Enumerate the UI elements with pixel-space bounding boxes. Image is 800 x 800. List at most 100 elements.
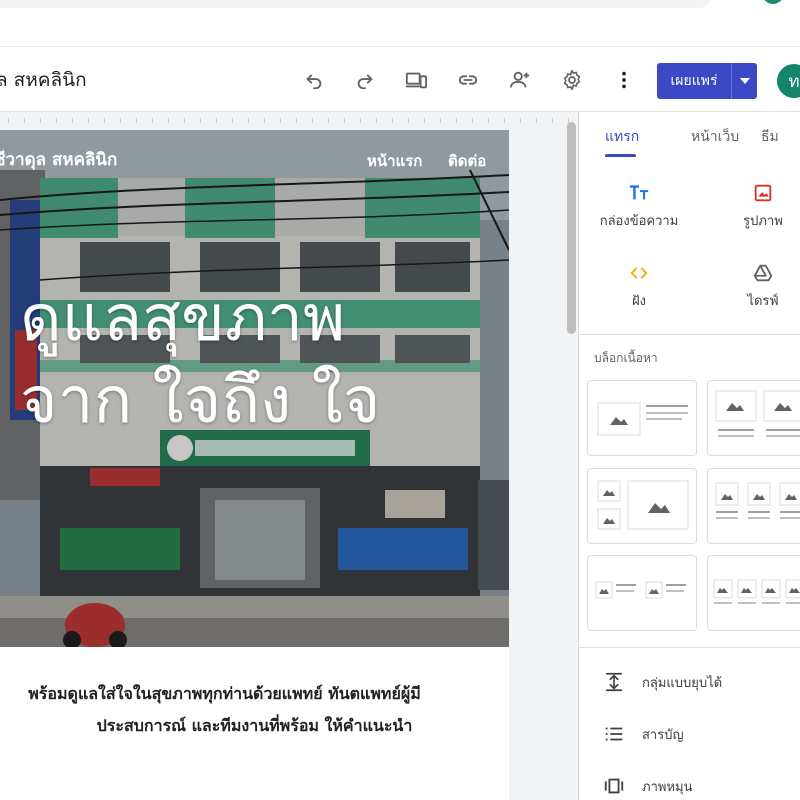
link-button[interactable] <box>451 63 485 97</box>
ruler-tick <box>232 118 233 123</box>
ruler-tick <box>8 118 9 123</box>
ruler-tick <box>552 118 553 123</box>
insert-text-box-label: กล่องข้อความ <box>599 214 679 229</box>
gear-icon <box>563 70 581 90</box>
nav-contact-link[interactable]: ติดต่อ <box>448 149 486 173</box>
panel-divider <box>579 647 800 648</box>
insert-collapsible-group[interactable]: กลุ่มแบบยุบได้ <box>603 670 722 694</box>
ruler-tick <box>184 118 185 123</box>
ruler-tick <box>360 118 361 123</box>
ruler-tick <box>376 118 377 123</box>
ruler-tick <box>104 118 105 123</box>
preview-button[interactable] <box>399 63 433 97</box>
content-block-gallery[interactable] <box>587 468 697 544</box>
ruler-tick <box>456 118 457 123</box>
redo-icon <box>357 74 373 90</box>
content-block-small-images[interactable] <box>587 555 697 631</box>
publish-group: เผยแพร่ <box>657 63 757 99</box>
insert-drive-label: ไดรฟ์ <box>747 294 779 309</box>
ruler-tick <box>424 118 425 123</box>
settings-button[interactable] <box>555 63 589 97</box>
ruler-tick <box>488 118 489 123</box>
active-tab-indicator <box>605 154 636 157</box>
side-panel: แทรก หน้าเว็บ ธีม กล่องข้อความ รูปภาพ ฝั… <box>578 112 800 800</box>
ruler-tick <box>344 118 345 123</box>
content-block-two-images[interactable] <box>707 380 800 456</box>
ruler-tick <box>40 118 41 123</box>
block-layout-preview <box>595 581 686 599</box>
carousel-icon <box>604 778 624 794</box>
block-layout-preview <box>597 480 689 530</box>
content-blocks-label: บล็อกเนื้อหา <box>594 351 658 365</box>
editor-header: ล สหคลินิก เผยแพร่ ท <box>0 46 800 112</box>
link-icon <box>458 75 478 85</box>
insert-collapsible-group-label: กลุ่มแบบยุบได้ <box>642 675 723 691</box>
ruler-tick <box>248 118 249 123</box>
device-preview-icon <box>405 72 427 89</box>
ruler-tick <box>408 118 409 123</box>
ruler-tick <box>152 118 153 123</box>
publish-dropdown-button[interactable] <box>731 63 757 99</box>
block-layout-preview <box>713 579 800 604</box>
content-block-four-columns[interactable] <box>707 555 800 631</box>
caret-down-icon <box>739 78 750 84</box>
ruler-tick <box>312 118 313 123</box>
redo-button[interactable] <box>348 63 382 97</box>
intro-text[interactable]: พร้อมดูแลใส่ใจในสุขภาพทุกท่านด้วยแพทย์ ท… <box>0 678 509 742</box>
more-vert-icon <box>622 71 626 89</box>
insert-text-box[interactable]: กล่องข้อความ <box>579 180 699 231</box>
ruler-tick <box>264 118 265 123</box>
panel-divider <box>579 334 800 335</box>
publish-button[interactable]: เผยแพร่ <box>657 63 731 99</box>
panel-tabs: แทรก หน้าเว็บ ธีม <box>579 112 800 158</box>
add-person-icon <box>509 71 530 88</box>
site-page[interactable]: ชีวาดุล สหคลินิก หน้าแรก ติดต่อ ดูแลสุขภ… <box>0 130 509 800</box>
ruler-tick <box>440 118 441 123</box>
insert-images-label: รูปภาพ <box>743 214 783 229</box>
editor-canvas: ชีวาดุล สหคลินิก หน้าแรก ติดต่อ ดูแลสุขภ… <box>0 112 578 800</box>
ruler-tick <box>392 118 393 123</box>
browser-profile-icon[interactable] <box>762 0 784 4</box>
ruler-tick <box>216 118 217 123</box>
insert-carousel[interactable]: ภาพหมุน <box>603 774 692 798</box>
ruler-tick <box>200 118 201 123</box>
share-button[interactable] <box>503 63 537 97</box>
ruler-tick <box>88 118 89 123</box>
insert-carousel-label: ภาพหมุน <box>642 779 693 795</box>
account-avatar[interactable]: ท <box>777 64 800 98</box>
tab-insert[interactable]: แทรก <box>605 126 639 148</box>
block-layout-preview <box>715 390 800 437</box>
content-block-image-text[interactable] <box>587 380 697 456</box>
hero-heading-line-1: ดูแลสุขภาพ <box>20 282 346 356</box>
ruler-tick <box>24 118 25 123</box>
ruler-tick <box>280 118 281 123</box>
ruler-tick <box>520 118 521 123</box>
undo-icon <box>306 74 322 90</box>
ruler-tick <box>504 118 505 123</box>
intro-line-2: ประสบการณ์ และทีมงานที่พร้อม ให้คำแนะนำ <box>96 716 413 735</box>
collapsible-group-icon <box>605 672 623 692</box>
tab-themes[interactable]: ธีม <box>761 126 779 148</box>
canvas-scrollbar[interactable] <box>567 122 576 334</box>
undo-button[interactable] <box>297 63 331 97</box>
site-title[interactable]: ล สหคลินิก <box>0 65 87 95</box>
browser-strip <box>0 0 800 46</box>
ruler-tick <box>296 118 297 123</box>
insert-images[interactable]: รูปภาพ <box>703 180 800 231</box>
drive-icon <box>753 264 773 282</box>
insert-embed[interactable]: ฝัง <box>579 260 699 311</box>
tab-pages[interactable]: หน้าเว็บ <box>691 126 739 148</box>
content-block-three-columns[interactable] <box>707 468 800 544</box>
insert-table-of-contents-label: สารบัญ <box>642 727 684 743</box>
hero-heading[interactable]: ดูแลสุขภาพ จาก ใจถึง ใจ <box>20 278 380 442</box>
page-brand[interactable]: ชีวาดุล สหคลินิก <box>0 146 117 173</box>
hero-section[interactable]: ชีวาดุล สหคลินิก หน้าแรก ติดต่อ ดูแลสุขภ… <box>0 130 509 647</box>
insert-table-of-contents[interactable]: สารบัญ <box>603 722 684 746</box>
more-options-button[interactable] <box>607 63 641 97</box>
nav-home-link[interactable]: หน้าแรก <box>367 149 422 173</box>
address-bar[interactable] <box>0 0 710 8</box>
ruler-tick <box>536 118 537 123</box>
intro-line-1: พร้อมดูแลใส่ใจในสุขภาพทุกท่านด้วยแพทย์ ท… <box>28 684 421 703</box>
block-layout-preview <box>715 482 800 519</box>
insert-drive[interactable]: ไดรฟ์ <box>703 260 800 311</box>
